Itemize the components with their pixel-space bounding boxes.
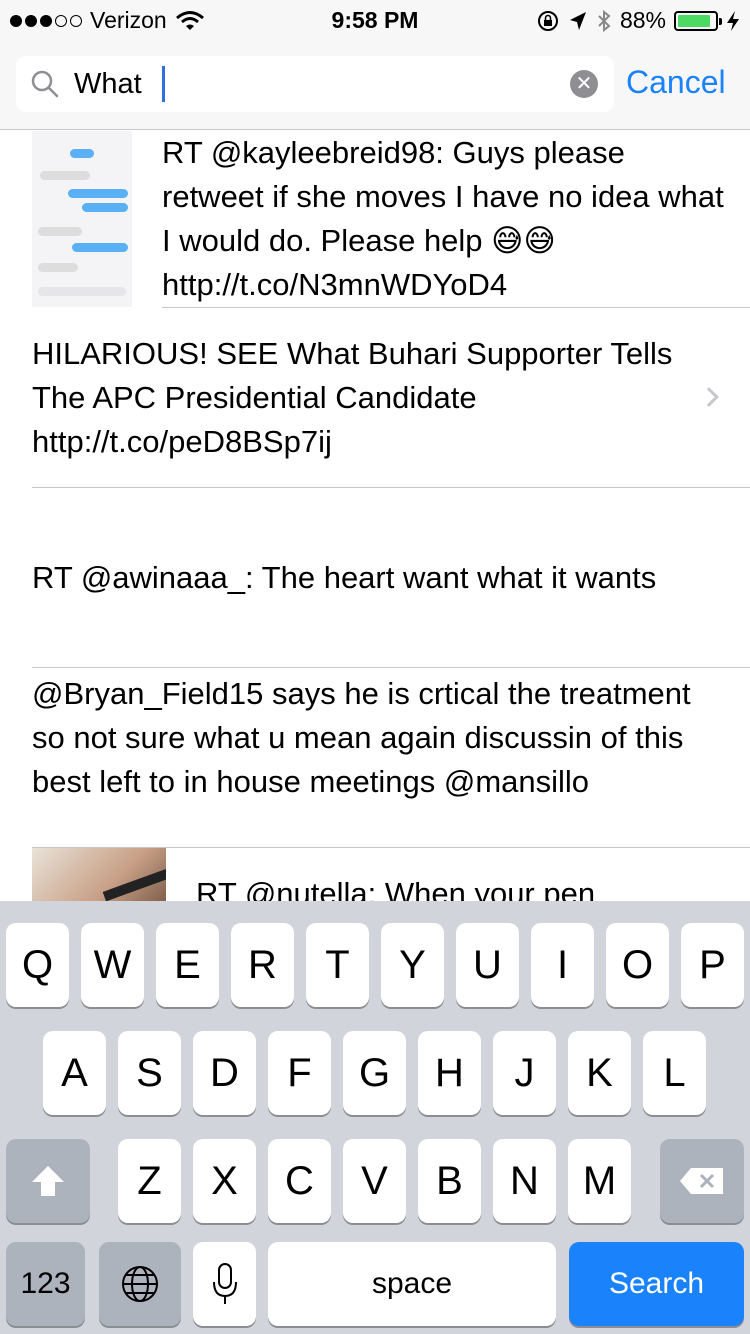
search-bar[interactable]: ✕ (16, 56, 614, 112)
battery-icon (674, 10, 722, 31)
result-row[interactable]: @Bryan_Field15 says he is crtical the tr… (0, 668, 750, 848)
result-text: RT @kayleebreid98: Guys please retweet i… (162, 135, 724, 302)
key-f[interactable]: F (268, 1031, 331, 1115)
cancel-button[interactable]: Cancel (626, 64, 726, 101)
status-right: 88% (536, 7, 740, 34)
key-h[interactable]: H (418, 1031, 481, 1115)
key-c[interactable]: C (268, 1139, 331, 1223)
key-d[interactable]: D (193, 1031, 256, 1115)
bluetooth-icon (598, 9, 611, 32)
key-j[interactable]: J (493, 1031, 556, 1115)
location-arrow-icon (569, 11, 586, 30)
result-text: @Bryan_Field15 says he is crtical the tr… (32, 676, 691, 799)
rotation-lock-icon (537, 10, 558, 31)
key-k[interactable]: K (568, 1031, 631, 1115)
microphone-icon (212, 1263, 237, 1304)
key-t[interactable]: T (306, 923, 369, 1007)
key-v[interactable]: V (343, 1139, 406, 1223)
result-row[interactable]: RT @nutella: When your pen (0, 848, 750, 901)
search-icon (31, 70, 59, 98)
key-n[interactable]: N (493, 1139, 556, 1223)
text-cursor (162, 66, 165, 102)
key-y[interactable]: Y (381, 923, 444, 1007)
key-w[interactable]: W (81, 923, 144, 1007)
battery-percent: 88% (619, 7, 666, 33)
search-key[interactable]: Search (569, 1242, 744, 1326)
space-key[interactable]: space (268, 1242, 556, 1326)
key-a[interactable]: A (43, 1031, 106, 1115)
result-row[interactable]: RT @awinaaa_: The heart want what it wan… (0, 488, 750, 668)
key-l[interactable]: L (643, 1031, 706, 1115)
chevron-right-icon (699, 387, 719, 407)
key-z[interactable]: Z (118, 1139, 181, 1223)
key-p[interactable]: P (681, 923, 744, 1007)
key-q[interactable]: Q (6, 923, 69, 1007)
numbers-key[interactable]: 123 (6, 1242, 85, 1326)
shift-key[interactable] (6, 1139, 90, 1223)
result-thumbnail (32, 848, 166, 901)
charging-bolt-icon (727, 10, 739, 31)
key-i[interactable]: I (531, 923, 594, 1007)
result-text: HILARIOUS! SEE What Buhari Supporter Tel… (32, 336, 673, 459)
key-s[interactable]: S (118, 1031, 181, 1115)
result-row[interactable]: HILARIOUS! SEE What Buhari Supporter Tel… (0, 308, 750, 488)
key-b[interactable]: B (418, 1139, 481, 1223)
key-m[interactable]: M (568, 1139, 631, 1223)
key-g[interactable]: G (343, 1031, 406, 1115)
globe-key[interactable] (99, 1242, 181, 1326)
backspace-key[interactable] (660, 1139, 744, 1223)
key-x[interactable]: X (193, 1139, 256, 1223)
result-text: RT @nutella: When your pen (196, 876, 596, 901)
clear-search-button[interactable]: ✕ (570, 70, 598, 98)
search-input[interactable] (74, 64, 554, 104)
result-thumbnail (32, 131, 132, 307)
result-text: RT @awinaaa_: The heart want what it wan… (32, 560, 657, 595)
shift-arrow-icon (32, 1166, 64, 1196)
results-list: RT @kayleebreid98: Guys please retweet i… (0, 131, 750, 901)
key-r[interactable]: R (231, 923, 294, 1007)
key-e[interactable]: E (156, 923, 219, 1007)
key-u[interactable]: U (456, 923, 519, 1007)
result-row[interactable]: RT @kayleebreid98: Guys please retweet i… (0, 131, 750, 308)
status-bar: Verizon 9:58 PM 88% (0, 0, 750, 40)
backspace-icon (680, 1168, 723, 1194)
dictation-key[interactable] (193, 1242, 256, 1326)
key-o[interactable]: O (606, 923, 669, 1007)
header: Verizon 9:58 PM 88% What ✕ Cancel (0, 0, 750, 130)
globe-icon (122, 1266, 158, 1302)
keyboard: Q W E R T Y U I O P A S D F G H J K L Z … (0, 901, 750, 1334)
